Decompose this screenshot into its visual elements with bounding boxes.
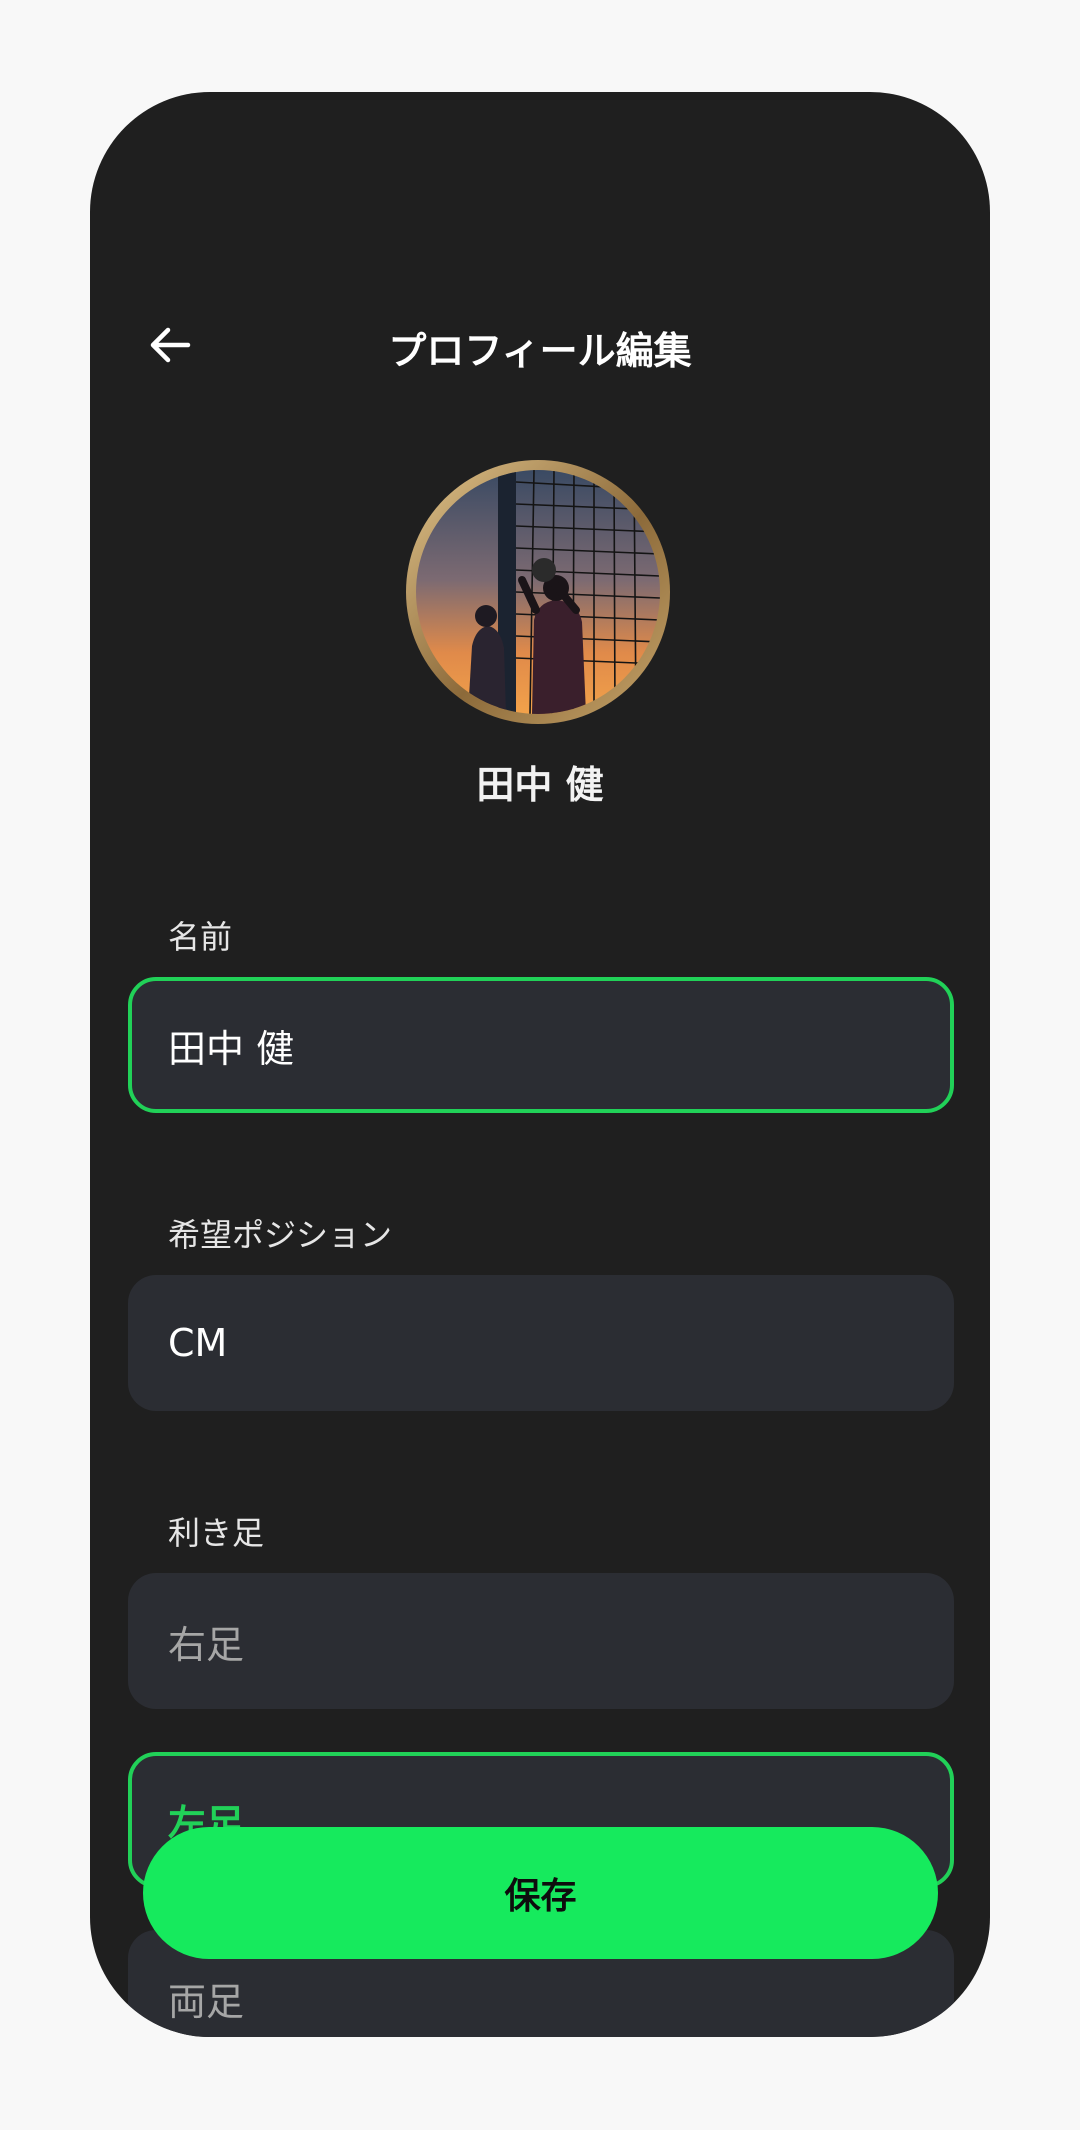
phone-screen: プロフィール編集 田中 健 名前 田中 健 希望ポジション CM 利き足 右足 … <box>90 92 990 2037</box>
position-value: CM <box>168 1321 228 1365</box>
save-button[interactable]: 保存 <box>143 1827 938 1959</box>
foot-option-label: 両足 <box>168 1979 245 2024</box>
name-label: 名前 <box>168 918 233 956</box>
position-label: 希望ポジション <box>168 1216 393 1254</box>
avatar-photo <box>416 470 660 714</box>
position-field[interactable]: CM <box>128 1275 954 1411</box>
page-title: プロフィール編集 <box>388 328 692 373</box>
name-value: 田中 健 <box>168 1026 295 1071</box>
avatar[interactable] <box>406 460 670 724</box>
foot-label: 利き足 <box>168 1514 265 1552</box>
display-name: 田中 健 <box>476 763 604 807</box>
header: プロフィール編集 <box>90 312 990 382</box>
foot-option-right[interactable]: 右足 <box>128 1573 954 1709</box>
foot-option-label: 右足 <box>168 1622 245 1667</box>
name-field[interactable]: 田中 健 <box>128 977 954 1113</box>
